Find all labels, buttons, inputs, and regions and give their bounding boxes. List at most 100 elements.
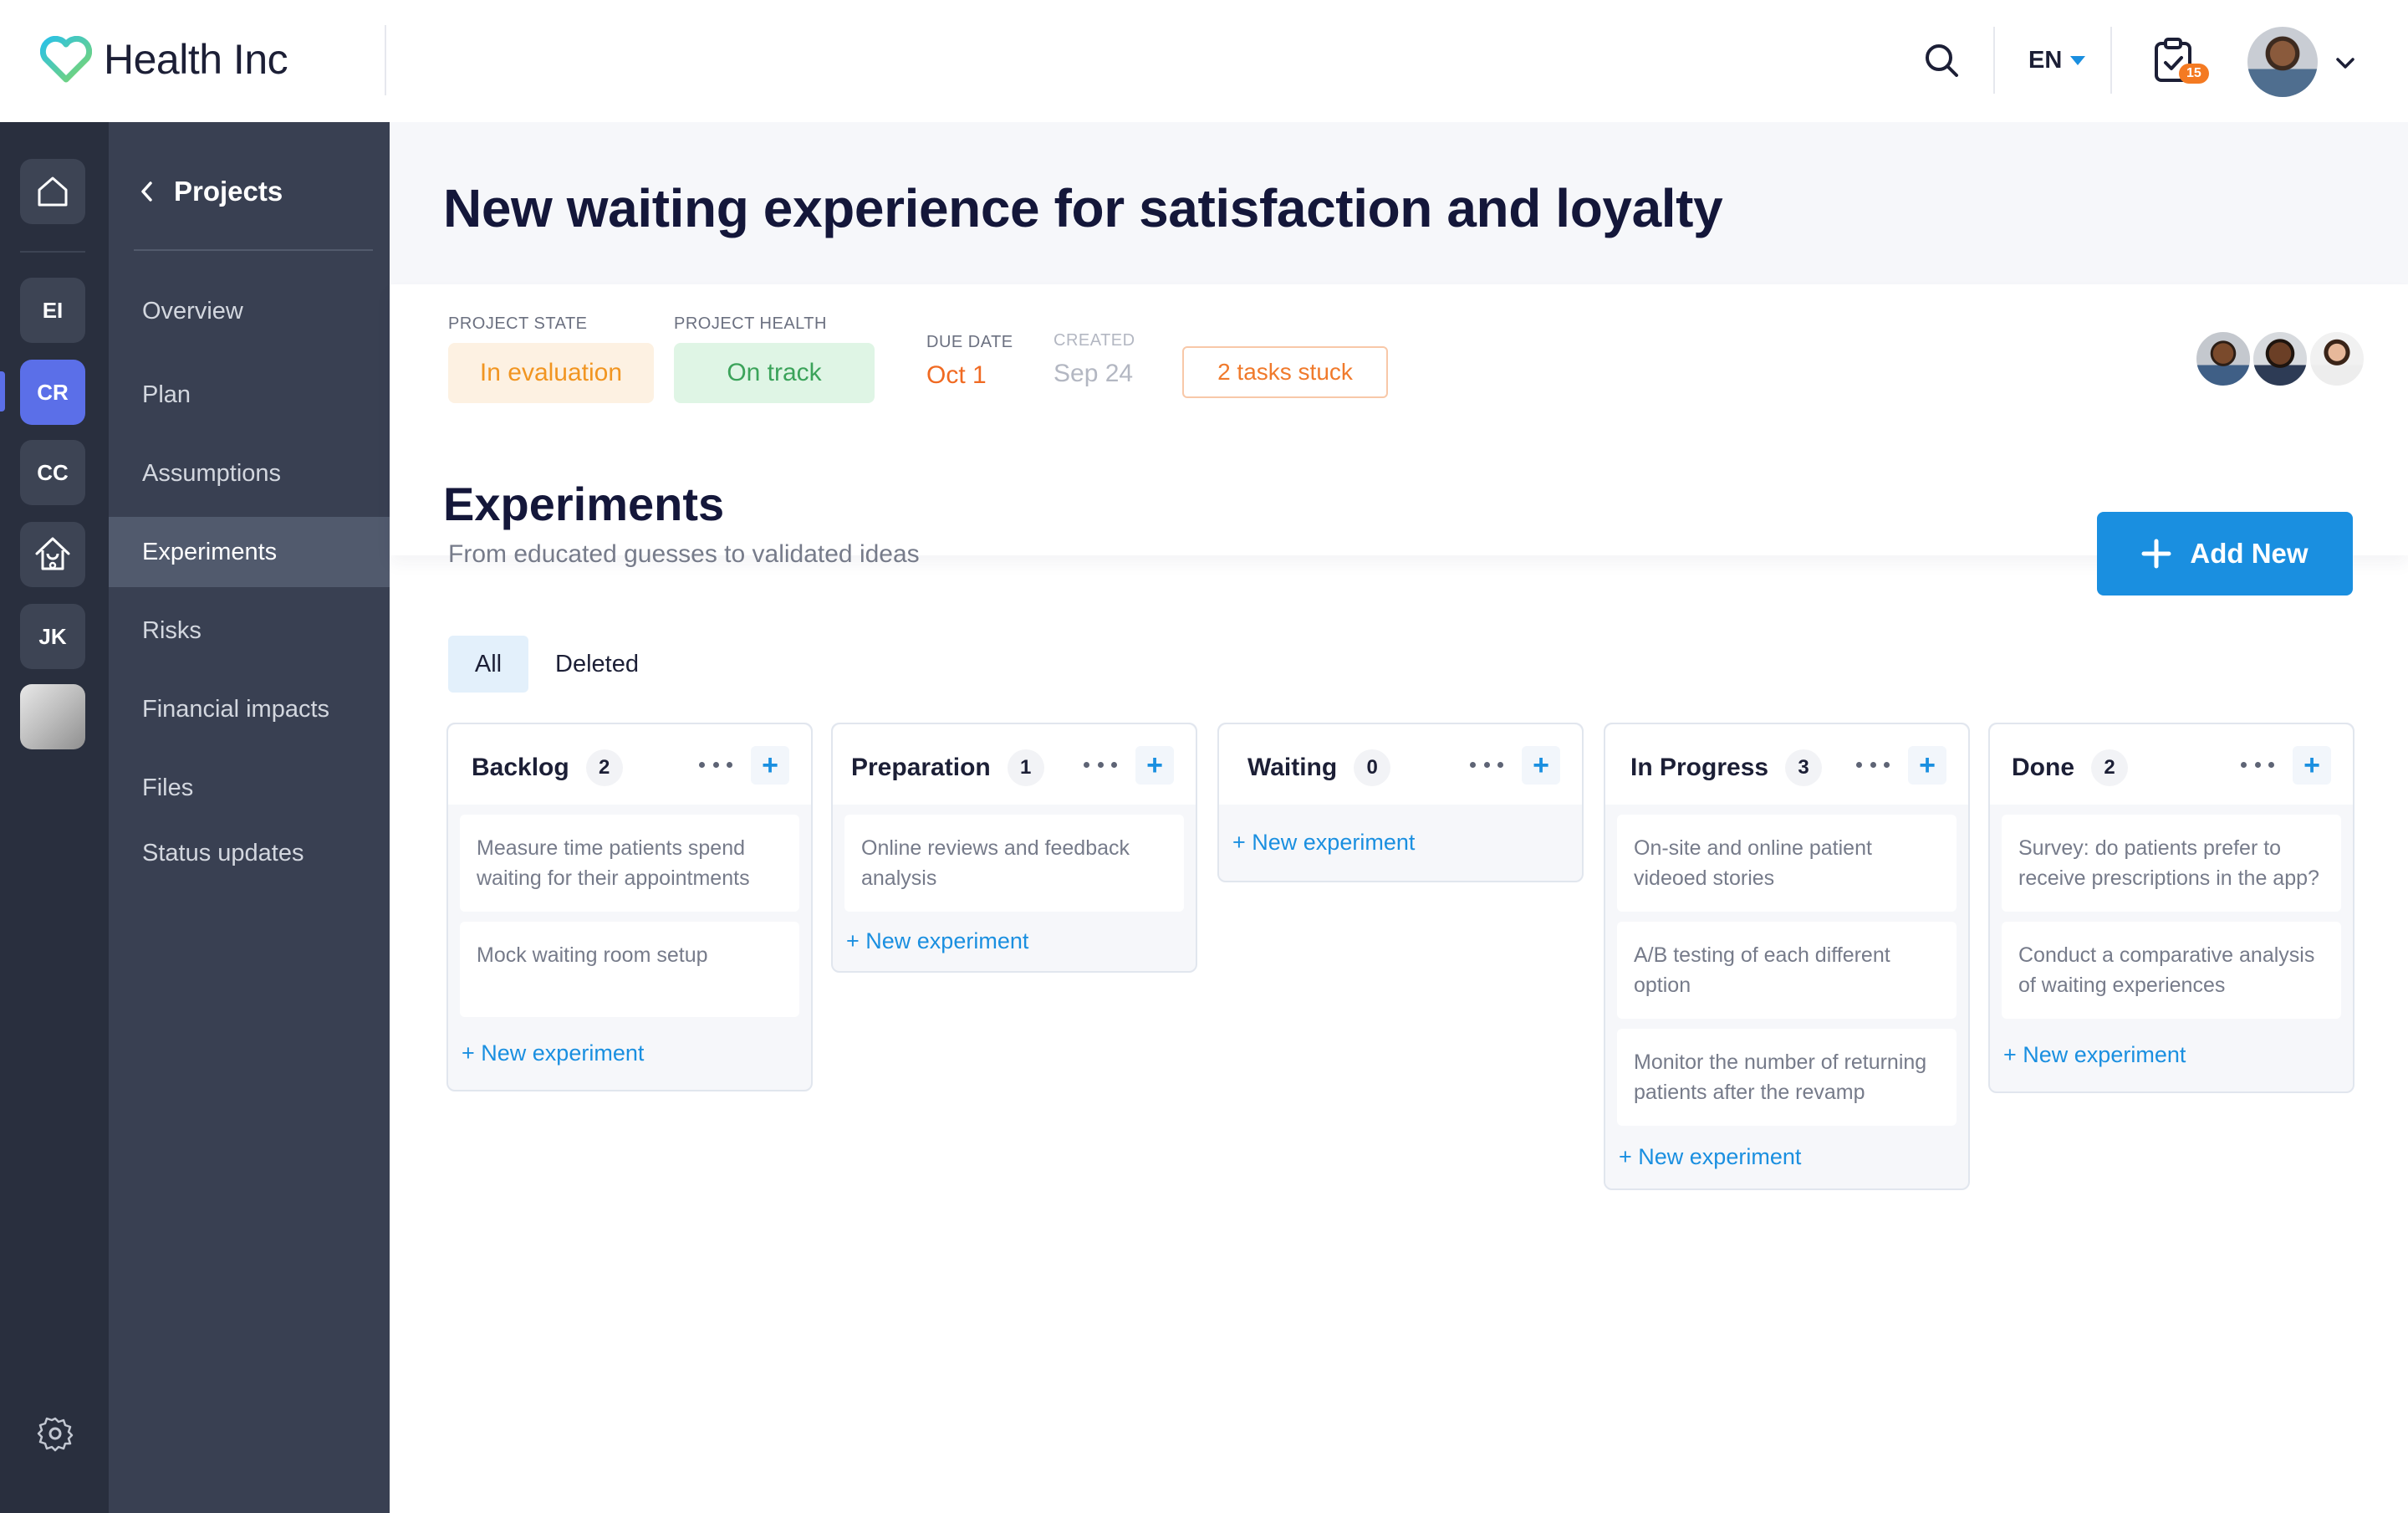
more-options-icon[interactable] xyxy=(1856,749,1890,780)
workspace-ei[interactable]: EI xyxy=(20,278,85,343)
section-subtitle: From educated guesses to validated ideas xyxy=(448,540,920,568)
language-label: EN xyxy=(2028,47,2063,74)
created-value: Sep 24 xyxy=(1054,360,1134,387)
column-header: Backlog 2 + xyxy=(448,724,811,805)
active-indicator xyxy=(0,371,5,411)
add-new-label: Add New xyxy=(2190,538,2309,569)
workspace-cc[interactable]: CC xyxy=(20,440,85,505)
project-health-label: PROJECT HEALTH xyxy=(674,314,827,333)
home-button[interactable] xyxy=(20,159,85,224)
team-member-avatar[interactable] xyxy=(2194,330,2252,388)
nav-item-plan[interactable]: Plan xyxy=(109,360,390,430)
workspace-cr[interactable]: CR xyxy=(20,360,85,425)
workspace-rail: EI CR CC JK xyxy=(0,122,109,1513)
experiment-card[interactable]: Online reviews and feedback analysis xyxy=(844,815,1184,912)
project-state-badge[interactable]: In evaluation xyxy=(448,343,654,403)
nav-item-assumptions[interactable]: Assumptions xyxy=(109,438,390,509)
section-title: Experiments xyxy=(443,478,725,530)
column-title: Backlog xyxy=(472,754,569,781)
add-card-button[interactable]: + xyxy=(1908,746,1946,785)
user-avatar[interactable] xyxy=(2247,27,2318,97)
workspace-health[interactable] xyxy=(20,522,85,587)
more-options-icon[interactable] xyxy=(1470,749,1503,780)
due-date-label: DUE DATE xyxy=(926,333,1013,351)
new-experiment-link[interactable]: + New experiment xyxy=(833,912,1196,971)
nav-item-overview[interactable]: Overview xyxy=(109,276,390,346)
main-content: New waiting experience for satisfaction … xyxy=(390,122,2408,1513)
workspace-photo[interactable] xyxy=(20,684,85,749)
add-card-button[interactable]: + xyxy=(1135,746,1174,785)
column-count: 1 xyxy=(1007,749,1044,786)
column-in-progress: In Progress 3 + On-site and online patien… xyxy=(1604,723,1970,1190)
divider xyxy=(385,25,386,95)
chevron-down-icon[interactable] xyxy=(2334,52,2356,74)
workspace-jk[interactable]: JK xyxy=(20,604,85,669)
team-member-avatar[interactable] xyxy=(2251,330,2309,388)
nav-item-risks[interactable]: Risks xyxy=(109,595,390,666)
more-options-icon[interactable] xyxy=(2241,749,2274,780)
page-title: New waiting experience for satisfaction … xyxy=(443,178,1723,238)
medical-home-icon xyxy=(35,537,70,570)
column-backlog: Backlog 2 + Measure time patients spend w… xyxy=(446,723,813,1091)
experiment-card[interactable]: Conduct a comparative analysis of waitin… xyxy=(2002,922,2341,1019)
new-experiment-link[interactable]: + New experiment xyxy=(1605,1126,1968,1188)
back-to-projects[interactable]: Projects xyxy=(139,176,283,207)
experiment-card[interactable]: Mock waiting room setup xyxy=(460,922,799,1017)
top-bar: Health Inc EN 15 xyxy=(0,0,2408,122)
add-card-button[interactable]: + xyxy=(2293,746,2331,785)
experiment-card[interactable]: A/B testing of each different option xyxy=(1617,922,1956,1019)
divider xyxy=(20,251,85,253)
new-experiment-link[interactable]: + New experiment xyxy=(1219,805,1582,881)
new-experiment-link[interactable]: + New experiment xyxy=(448,1017,811,1090)
column-header: Preparation 1 + xyxy=(833,724,1196,805)
notification-badge: 15 xyxy=(2179,64,2209,84)
app-name: Health Inc xyxy=(104,36,288,83)
tasks-stuck-badge[interactable]: 2 tasks stuck xyxy=(1182,346,1388,398)
divider xyxy=(2110,27,2112,94)
project-state-label: PROJECT STATE xyxy=(448,314,588,333)
project-nav: Projects Overview Plan Assumptions Exper… xyxy=(109,122,390,1513)
more-options-icon[interactable] xyxy=(1084,749,1117,780)
experiment-card[interactable]: On-site and online patient videoed stori… xyxy=(1617,815,1956,912)
search-icon[interactable] xyxy=(1921,40,1962,80)
column-header: Done 2 + xyxy=(1990,724,2353,805)
divider xyxy=(1993,27,1995,94)
caret-down-icon xyxy=(2070,56,2086,65)
nav-item-financial-impacts[interactable]: Financial impacts xyxy=(109,674,390,744)
column-preparation: Preparation 1 + Online reviews and feedba… xyxy=(831,723,1197,973)
home-icon xyxy=(38,176,68,207)
tab-all[interactable]: All xyxy=(448,636,528,693)
language-selector[interactable]: EN xyxy=(2028,47,2086,74)
back-label: Projects xyxy=(174,176,283,207)
project-health-badge[interactable]: On track xyxy=(674,343,875,403)
column-header: In Progress 3 + xyxy=(1605,724,1968,805)
add-card-button[interactable]: + xyxy=(751,746,789,785)
chevron-left-icon xyxy=(141,181,152,202)
more-options-icon[interactable] xyxy=(699,749,732,780)
column-count: 2 xyxy=(2091,749,2128,786)
new-experiment-link[interactable]: + New experiment xyxy=(1990,1019,2353,1091)
app-logo[interactable]: Health Inc xyxy=(40,35,288,84)
plus-icon xyxy=(2141,539,2171,569)
column-header: Waiting 0 + xyxy=(1219,724,1582,805)
experiment-card[interactable]: Measure time patients spend waiting for … xyxy=(460,815,799,912)
project-header: New waiting experience for satisfaction … xyxy=(390,122,2408,284)
add-card-button[interactable]: + xyxy=(1522,746,1560,785)
team-member-avatar[interactable] xyxy=(2308,330,2366,388)
column-title: In Progress xyxy=(1630,754,1769,781)
nav-item-files[interactable]: Files xyxy=(109,753,390,823)
divider xyxy=(134,249,373,251)
column-count: 2 xyxy=(585,749,623,786)
gear-icon[interactable] xyxy=(37,1415,74,1452)
column-count: 3 xyxy=(1785,749,1823,786)
experiment-card[interactable]: Survey: do patients prefer to receive pr… xyxy=(2002,815,2341,912)
column-done: Done 2 + Survey: do patients prefer to re… xyxy=(1988,723,2354,1093)
nav-item-status-updates[interactable]: Status updates xyxy=(109,818,390,888)
due-date-value[interactable]: Oct 1 xyxy=(926,361,987,390)
experiment-card[interactable]: Monitor the number of returning patients… xyxy=(1617,1029,1956,1126)
tab-deleted[interactable]: Deleted xyxy=(538,636,656,693)
column-waiting: Waiting 0 + + New experiment xyxy=(1217,723,1584,882)
nav-item-experiments[interactable]: Experiments xyxy=(109,517,390,587)
heart-logo-icon xyxy=(40,36,92,83)
add-new-button[interactable]: Add New xyxy=(2097,512,2353,595)
